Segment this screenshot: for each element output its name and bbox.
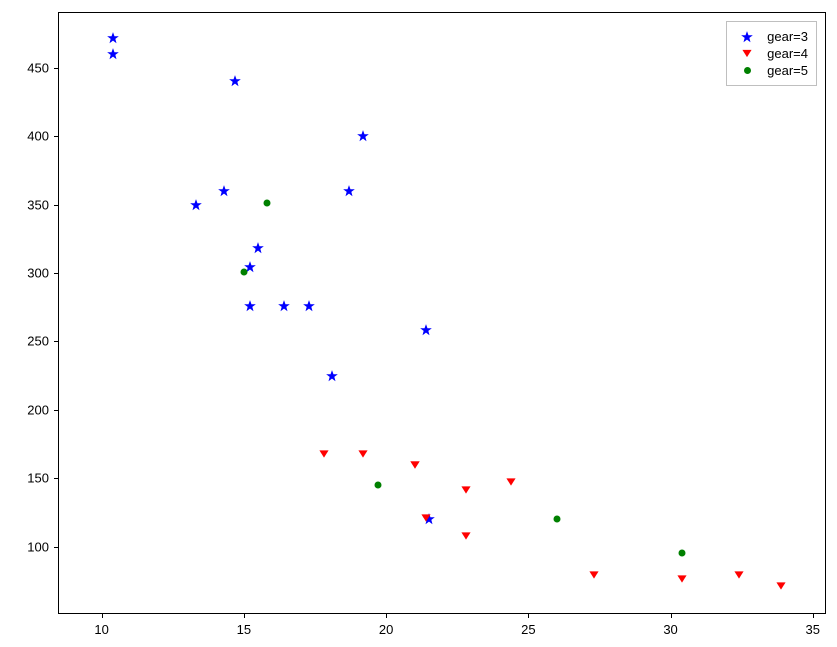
y-tick [54,273,59,274]
x-tick [244,613,245,618]
data-point-gear-4 [460,530,472,541]
data-point-gear-4 [733,570,745,581]
data-point-gear-3 [189,198,203,212]
plot-area: gear=3 gear=4 gear=5 1015202530351001502… [58,12,826,614]
data-point-gear-4 [676,574,688,585]
x-tick-label: 25 [521,622,535,637]
x-tick [813,613,814,618]
x-tick-label: 35 [806,622,820,637]
data-point-gear-3 [228,74,242,88]
data-point-gear-3 [302,299,316,313]
y-tick-label: 200 [27,402,49,417]
data-point-gear-4 [318,448,330,459]
y-tick [54,478,59,479]
y-tick [54,410,59,411]
legend: gear=3 gear=4 gear=5 [726,21,817,86]
data-point-gear-4 [505,477,517,488]
data-point-gear-3 [106,47,120,61]
y-tick [54,341,59,342]
data-point-gear-3 [243,299,257,313]
y-tick-label: 150 [27,471,49,486]
legend-marker-triangle-icon [735,48,759,59]
y-tick-label: 400 [27,129,49,144]
x-tick [528,613,529,618]
x-tick [386,613,387,618]
data-point-gear-3 [356,129,370,143]
legend-entry-gear3: gear=3 [735,28,808,45]
data-point-gear-5 [678,550,685,557]
y-tick-label: 300 [27,265,49,280]
data-point-gear-5 [553,516,560,523]
data-point-gear-3 [325,369,339,383]
data-point-gear-3 [419,323,433,337]
legend-marker-dot-icon [735,67,759,74]
data-point-gear-3 [106,31,120,45]
y-tick-label: 100 [27,539,49,554]
data-point-gear-3 [277,299,291,313]
legend-label-gear3: gear=3 [767,29,808,44]
data-point-gear-3 [217,184,231,198]
data-point-gear-4 [588,570,600,581]
data-point-gear-3 [251,241,265,255]
y-tick [54,547,59,548]
data-point-gear-3 [342,184,356,198]
data-point-gear-4 [357,448,369,459]
x-tick-label: 30 [663,622,677,637]
x-tick-label: 10 [94,622,108,637]
y-tick-label: 250 [27,334,49,349]
x-tick [671,613,672,618]
y-tick [54,68,59,69]
data-point-gear-4 [420,512,432,523]
data-point-gear-5 [240,268,247,275]
x-tick-label: 20 [379,622,393,637]
data-point-gear-4 [409,459,421,470]
y-tick-label: 450 [27,60,49,75]
y-tick-label: 350 [27,197,49,212]
data-point-gear-4 [460,485,472,496]
legend-label-gear5: gear=5 [767,63,808,78]
y-tick [54,136,59,137]
x-tick-label: 15 [237,622,251,637]
y-tick [54,205,59,206]
legend-entry-gear5: gear=5 [735,62,808,79]
data-point-gear-5 [263,200,270,207]
data-point-gear-5 [374,482,381,489]
legend-label-gear4: gear=4 [767,46,808,61]
legend-marker-star-icon [735,30,759,44]
data-point-gear-4 [775,581,787,592]
x-tick [102,613,103,618]
chart-container: gear=3 gear=4 gear=5 10 15 20 25 30 35 100 150 2… [0,0,837,647]
legend-entry-gear4: gear=4 [735,45,808,62]
